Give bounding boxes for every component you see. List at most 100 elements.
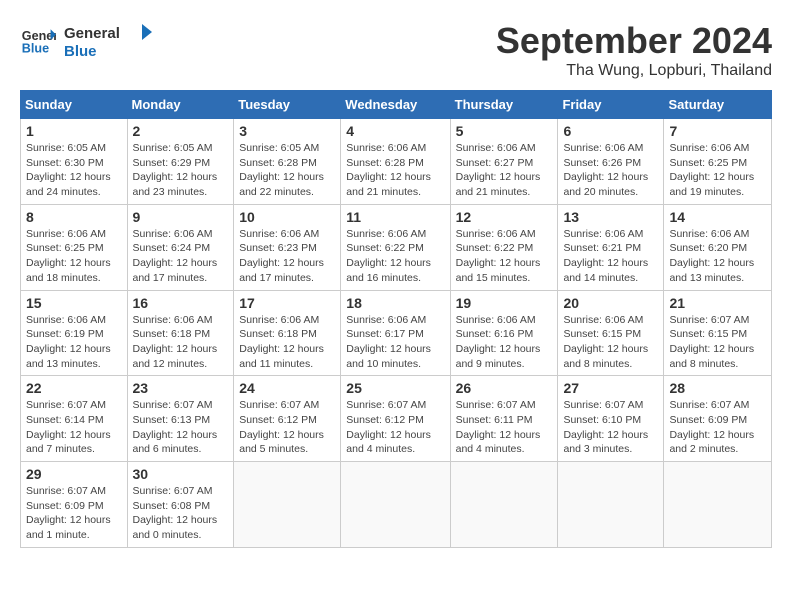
- calendar-cell: [450, 462, 558, 548]
- calendar-cell: 29 Sunrise: 6:07 AM Sunset: 6:09 PM Dayl…: [21, 462, 128, 548]
- day-info: Sunrise: 6:07 AM Sunset: 6:13 PM Dayligh…: [133, 398, 229, 457]
- day-number: 16: [133, 295, 229, 311]
- svg-text:Blue: Blue: [64, 43, 97, 60]
- day-info: Sunrise: 6:07 AM Sunset: 6:14 PM Dayligh…: [26, 398, 122, 457]
- calendar-cell: 21 Sunrise: 6:07 AM Sunset: 6:15 PM Dayl…: [664, 290, 772, 376]
- calendar-cell: [558, 462, 664, 548]
- header-thursday: Thursday: [450, 91, 558, 119]
- day-number: 15: [26, 295, 122, 311]
- day-info: Sunrise: 6:06 AM Sunset: 6:26 PM Dayligh…: [563, 141, 658, 200]
- calendar-cell: 25 Sunrise: 6:07 AM Sunset: 6:12 PM Dayl…: [341, 376, 450, 462]
- day-info: Sunrise: 6:06 AM Sunset: 6:18 PM Dayligh…: [239, 313, 335, 372]
- day-info: Sunrise: 6:07 AM Sunset: 6:12 PM Dayligh…: [239, 398, 335, 457]
- day-number: 6: [563, 123, 658, 139]
- logo-icon: General Blue: [20, 22, 56, 58]
- day-number: 29: [26, 466, 122, 482]
- calendar-cell: 19 Sunrise: 6:06 AM Sunset: 6:16 PM Dayl…: [450, 290, 558, 376]
- header-sunday: Sunday: [21, 91, 128, 119]
- calendar-cell: 20 Sunrise: 6:06 AM Sunset: 6:15 PM Dayl…: [558, 290, 664, 376]
- calendar-cell: 18 Sunrise: 6:06 AM Sunset: 6:17 PM Dayl…: [341, 290, 450, 376]
- week-row-5: 29 Sunrise: 6:07 AM Sunset: 6:09 PM Dayl…: [21, 462, 772, 548]
- week-row-1: 1 Sunrise: 6:05 AM Sunset: 6:30 PM Dayli…: [21, 119, 772, 205]
- calendar-cell: 23 Sunrise: 6:07 AM Sunset: 6:13 PM Dayl…: [127, 376, 234, 462]
- day-number: 5: [456, 123, 553, 139]
- day-info: Sunrise: 6:05 AM Sunset: 6:30 PM Dayligh…: [26, 141, 122, 200]
- day-number: 3: [239, 123, 335, 139]
- day-number: 20: [563, 295, 658, 311]
- page-header: General Blue General Blue September 2024…: [20, 20, 772, 80]
- header-friday: Friday: [558, 91, 664, 119]
- header-row: SundayMondayTuesdayWednesdayThursdayFrid…: [21, 91, 772, 119]
- svg-text:Blue: Blue: [22, 42, 49, 56]
- week-row-3: 15 Sunrise: 6:06 AM Sunset: 6:19 PM Dayl…: [21, 290, 772, 376]
- calendar-cell: [234, 462, 341, 548]
- calendar-cell: 2 Sunrise: 6:05 AM Sunset: 6:29 PM Dayli…: [127, 119, 234, 205]
- header-monday: Monday: [127, 91, 234, 119]
- day-number: 14: [669, 209, 766, 225]
- day-number: 28: [669, 380, 766, 396]
- day-info: Sunrise: 6:06 AM Sunset: 6:25 PM Dayligh…: [26, 227, 122, 286]
- day-number: 25: [346, 380, 444, 396]
- day-info: Sunrise: 6:06 AM Sunset: 6:20 PM Dayligh…: [669, 227, 766, 286]
- calendar-cell: 12 Sunrise: 6:06 AM Sunset: 6:22 PM Dayl…: [450, 204, 558, 290]
- day-number: 18: [346, 295, 444, 311]
- header-wednesday: Wednesday: [341, 91, 450, 119]
- day-number: 19: [456, 295, 553, 311]
- calendar-cell: 7 Sunrise: 6:06 AM Sunset: 6:25 PM Dayli…: [664, 119, 772, 205]
- day-info: Sunrise: 6:06 AM Sunset: 6:23 PM Dayligh…: [239, 227, 335, 286]
- calendar-cell: 8 Sunrise: 6:06 AM Sunset: 6:25 PM Dayli…: [21, 204, 128, 290]
- calendar-cell: 26 Sunrise: 6:07 AM Sunset: 6:11 PM Dayl…: [450, 376, 558, 462]
- day-info: Sunrise: 6:07 AM Sunset: 6:08 PM Dayligh…: [133, 484, 229, 543]
- day-number: 23: [133, 380, 229, 396]
- day-info: Sunrise: 6:06 AM Sunset: 6:27 PM Dayligh…: [456, 141, 553, 200]
- day-info: Sunrise: 6:06 AM Sunset: 6:25 PM Dayligh…: [669, 141, 766, 200]
- week-row-2: 8 Sunrise: 6:06 AM Sunset: 6:25 PM Dayli…: [21, 204, 772, 290]
- day-info: Sunrise: 6:07 AM Sunset: 6:15 PM Dayligh…: [669, 313, 766, 372]
- calendar-cell: 30 Sunrise: 6:07 AM Sunset: 6:08 PM Dayl…: [127, 462, 234, 548]
- month-title: September 2024: [496, 20, 772, 62]
- calendar-cell: 28 Sunrise: 6:07 AM Sunset: 6:09 PM Dayl…: [664, 376, 772, 462]
- svg-text:General: General: [64, 25, 120, 42]
- day-info: Sunrise: 6:06 AM Sunset: 6:17 PM Dayligh…: [346, 313, 444, 372]
- calendar-cell: 1 Sunrise: 6:05 AM Sunset: 6:30 PM Dayli…: [21, 119, 128, 205]
- calendar-cell: 5 Sunrise: 6:06 AM Sunset: 6:27 PM Dayli…: [450, 119, 558, 205]
- calendar-cell: 27 Sunrise: 6:07 AM Sunset: 6:10 PM Dayl…: [558, 376, 664, 462]
- calendar-cell: [664, 462, 772, 548]
- day-info: Sunrise: 6:06 AM Sunset: 6:18 PM Dayligh…: [133, 313, 229, 372]
- day-info: Sunrise: 6:06 AM Sunset: 6:22 PM Dayligh…: [456, 227, 553, 286]
- calendar-cell: 17 Sunrise: 6:06 AM Sunset: 6:18 PM Dayl…: [234, 290, 341, 376]
- calendar-cell: 15 Sunrise: 6:06 AM Sunset: 6:19 PM Dayl…: [21, 290, 128, 376]
- day-number: 8: [26, 209, 122, 225]
- calendar-cell: [341, 462, 450, 548]
- day-number: 4: [346, 123, 444, 139]
- day-number: 7: [669, 123, 766, 139]
- day-number: 11: [346, 209, 444, 225]
- day-number: 12: [456, 209, 553, 225]
- day-info: Sunrise: 6:06 AM Sunset: 6:16 PM Dayligh…: [456, 313, 553, 372]
- day-info: Sunrise: 6:07 AM Sunset: 6:12 PM Dayligh…: [346, 398, 444, 457]
- logo-svg: General Blue: [64, 20, 154, 60]
- calendar-cell: 11 Sunrise: 6:06 AM Sunset: 6:22 PM Dayl…: [341, 204, 450, 290]
- day-info: Sunrise: 6:06 AM Sunset: 6:19 PM Dayligh…: [26, 313, 122, 372]
- day-number: 17: [239, 295, 335, 311]
- day-number: 26: [456, 380, 553, 396]
- day-info: Sunrise: 6:06 AM Sunset: 6:21 PM Dayligh…: [563, 227, 658, 286]
- day-number: 13: [563, 209, 658, 225]
- calendar-cell: 10 Sunrise: 6:06 AM Sunset: 6:23 PM Dayl…: [234, 204, 341, 290]
- day-number: 21: [669, 295, 766, 311]
- calendar-cell: 6 Sunrise: 6:06 AM Sunset: 6:26 PM Dayli…: [558, 119, 664, 205]
- day-info: Sunrise: 6:07 AM Sunset: 6:11 PM Dayligh…: [456, 398, 553, 457]
- calendar-cell: 13 Sunrise: 6:06 AM Sunset: 6:21 PM Dayl…: [558, 204, 664, 290]
- calendar-table: SundayMondayTuesdayWednesdayThursdayFrid…: [20, 90, 772, 548]
- calendar-cell: 22 Sunrise: 6:07 AM Sunset: 6:14 PM Dayl…: [21, 376, 128, 462]
- calendar-cell: 24 Sunrise: 6:07 AM Sunset: 6:12 PM Dayl…: [234, 376, 341, 462]
- calendar-cell: 14 Sunrise: 6:06 AM Sunset: 6:20 PM Dayl…: [664, 204, 772, 290]
- day-info: Sunrise: 6:06 AM Sunset: 6:22 PM Dayligh…: [346, 227, 444, 286]
- day-number: 9: [133, 209, 229, 225]
- week-row-4: 22 Sunrise: 6:07 AM Sunset: 6:14 PM Dayl…: [21, 376, 772, 462]
- calendar-cell: 3 Sunrise: 6:05 AM Sunset: 6:28 PM Dayli…: [234, 119, 341, 205]
- day-number: 24: [239, 380, 335, 396]
- day-number: 22: [26, 380, 122, 396]
- day-number: 30: [133, 466, 229, 482]
- day-info: Sunrise: 6:05 AM Sunset: 6:28 PM Dayligh…: [239, 141, 335, 200]
